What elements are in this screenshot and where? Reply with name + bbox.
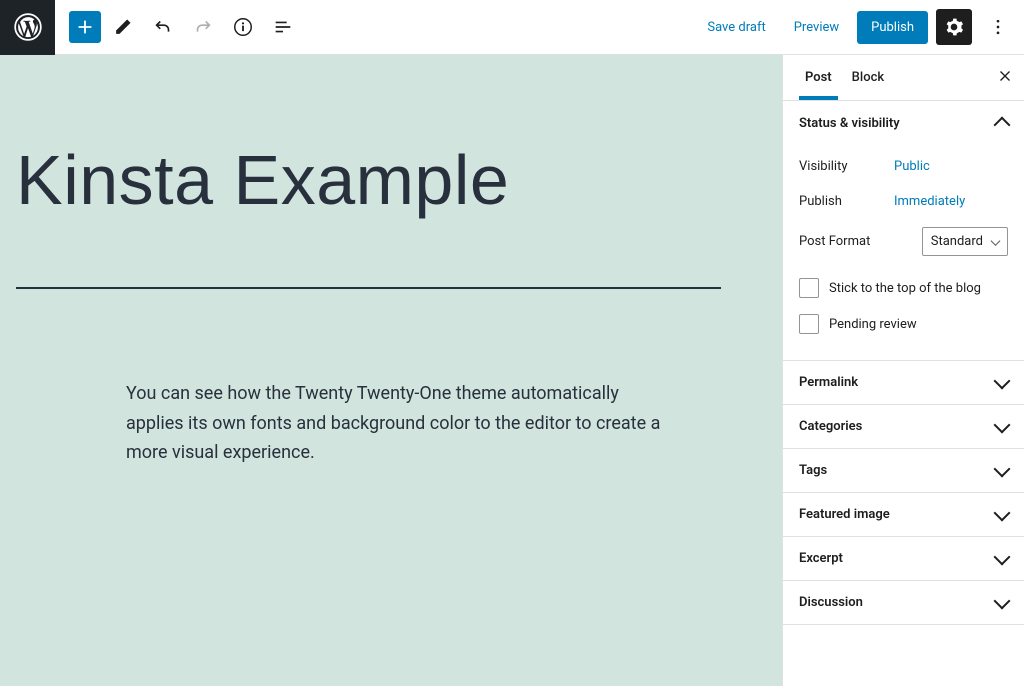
paragraph-block[interactable]: You can see how the Twenty Twenty-One th…	[126, 379, 666, 468]
post-format-label: Post Format	[799, 234, 870, 249]
panel-header-categories[interactable]: Categories	[783, 405, 1024, 448]
panel-title: Featured image	[799, 507, 890, 522]
publish-label: Publish	[799, 194, 894, 209]
close-icon	[996, 67, 1014, 85]
undo-button[interactable]	[145, 9, 181, 45]
wordpress-logo-button[interactable]	[0, 0, 55, 55]
tab-block[interactable]: Block	[842, 56, 894, 99]
publish-button[interactable]: Publish	[857, 11, 928, 44]
sticky-checkbox[interactable]	[799, 278, 819, 298]
visibility-row: Visibility Public	[799, 149, 1008, 184]
settings-button[interactable]	[936, 9, 972, 45]
panel-title: Status & visibility	[799, 116, 900, 131]
pending-checkbox[interactable]	[799, 314, 819, 334]
redo-button[interactable]	[185, 9, 221, 45]
pencil-icon	[112, 16, 134, 38]
panel-discussion: Discussion	[783, 581, 1024, 625]
tools-button[interactable]	[105, 9, 141, 45]
preview-button[interactable]: Preview	[784, 12, 849, 43]
chevron-down-icon	[994, 504, 1011, 521]
panel-header-tags[interactable]: Tags	[783, 449, 1024, 492]
pending-label: Pending review	[829, 317, 917, 332]
panel-excerpt: Excerpt	[783, 537, 1024, 581]
panel-body-status: Visibility Public Publish Immediately Po…	[783, 145, 1024, 360]
kebab-icon	[988, 17, 1008, 37]
sidebar-tabs: Post Block	[783, 55, 1024, 101]
wordpress-icon	[14, 13, 42, 41]
panel-featured-image: Featured image	[783, 493, 1024, 537]
toolbar-left-group	[55, 9, 301, 45]
panel-tags: Tags	[783, 449, 1024, 493]
visibility-label: Visibility	[799, 159, 894, 174]
panel-title: Permalink	[799, 375, 858, 390]
outline-button[interactable]	[265, 9, 301, 45]
tab-post[interactable]: Post	[795, 56, 842, 99]
chevron-up-icon	[994, 117, 1011, 134]
gear-icon	[944, 17, 964, 37]
chevron-down-icon	[994, 416, 1011, 433]
chevron-down-icon	[994, 460, 1011, 477]
panel-header-featured-image[interactable]: Featured image	[783, 493, 1024, 536]
separator-block[interactable]	[16, 287, 721, 289]
pending-row: Pending review	[799, 306, 1008, 342]
settings-sidebar: Post Block Status & visibility Visibilit…	[782, 55, 1024, 686]
panel-header-permalink[interactable]: Permalink	[783, 361, 1024, 404]
panel-status-visibility: Status & visibility Visibility Public Pu…	[783, 101, 1024, 361]
plus-icon	[74, 16, 96, 38]
panel-title: Categories	[799, 419, 862, 434]
close-sidebar-button[interactable]	[996, 67, 1014, 89]
panel-header-status[interactable]: Status & visibility	[783, 101, 1024, 145]
more-options-button[interactable]	[980, 9, 1016, 45]
panel-title: Discussion	[799, 595, 863, 610]
add-block-button[interactable]	[69, 11, 101, 43]
panel-permalink: Permalink	[783, 361, 1024, 405]
sticky-row: Stick to the top of the blog	[799, 270, 1008, 306]
editor-canvas[interactable]: Kinsta Example You can see how the Twent…	[0, 55, 782, 686]
panel-title: Tags	[799, 463, 827, 478]
info-icon	[232, 16, 254, 38]
canvas-inner: Kinsta Example You can see how the Twent…	[0, 55, 782, 508]
info-button[interactable]	[225, 9, 261, 45]
chevron-down-icon	[994, 548, 1011, 565]
post-format-row: Post Format Standard	[799, 219, 1008, 270]
redo-icon	[192, 16, 214, 38]
publish-value[interactable]: Immediately	[894, 194, 965, 209]
visibility-value[interactable]: Public	[894, 159, 930, 174]
toolbar-right-group: Save draft Preview Publish	[697, 9, 1024, 45]
panel-header-excerpt[interactable]: Excerpt	[783, 537, 1024, 580]
post-title[interactable]: Kinsta Example	[16, 145, 766, 215]
editor-body: Kinsta Example You can see how the Twent…	[0, 55, 1024, 686]
panel-header-discussion[interactable]: Discussion	[783, 581, 1024, 624]
publish-row: Publish Immediately	[799, 184, 1008, 219]
undo-icon	[152, 16, 174, 38]
post-format-select[interactable]: Standard	[922, 227, 1008, 256]
list-view-icon	[272, 16, 294, 38]
app-root: Save draft Preview Publish Kinsta Exampl…	[0, 0, 1024, 686]
editor-toolbar: Save draft Preview Publish	[0, 0, 1024, 55]
panel-categories: Categories	[783, 405, 1024, 449]
panel-title: Excerpt	[799, 551, 843, 566]
chevron-down-icon	[994, 592, 1011, 609]
sticky-label: Stick to the top of the blog	[829, 281, 981, 296]
save-draft-button[interactable]: Save draft	[697, 12, 775, 43]
chevron-down-icon	[994, 372, 1011, 389]
